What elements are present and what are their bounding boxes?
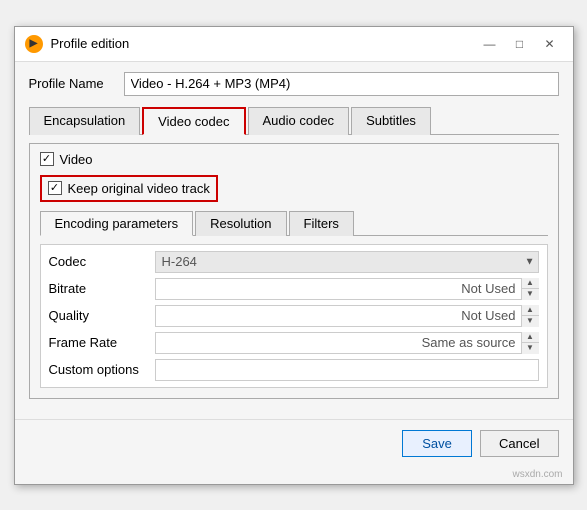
framerate-row: Frame Rate ▲ ▼ [49, 332, 539, 354]
video-section-title: Video [60, 152, 93, 167]
bitrate-arrows: ▲ ▼ [521, 278, 539, 300]
tab-subtitles[interactable]: Subtitles [351, 107, 431, 135]
tab-resolution[interactable]: Resolution [195, 211, 286, 236]
tab-audio-codec[interactable]: Audio codec [248, 107, 350, 135]
custom-control [155, 359, 539, 381]
maximize-button[interactable]: □ [507, 35, 533, 53]
profile-edition-window: ▶ Profile edition — □ ✕ Profile Name Enc… [14, 26, 574, 485]
keep-original-checkbox[interactable] [48, 181, 62, 195]
bitrate-label: Bitrate [49, 281, 149, 296]
footer: Save Cancel [15, 419, 573, 469]
title-bar: ▶ Profile edition — □ ✕ [15, 27, 573, 62]
custom-row: Custom options [49, 359, 539, 381]
framerate-label: Frame Rate [49, 335, 149, 350]
video-section-header: Video [40, 152, 548, 167]
save-button[interactable]: Save [402, 430, 472, 457]
framerate-arrows: ▲ ▼ [521, 332, 539, 354]
codec-select[interactable]: H-264 H-265 MPEG-4 [155, 251, 539, 273]
vlc-icon: ▶ [25, 35, 43, 53]
quality-input[interactable] [155, 305, 539, 327]
title-buttons: — □ ✕ [477, 35, 563, 53]
inner-tabs: Encoding parameters Resolution Filters [40, 210, 548, 236]
profile-name-input[interactable] [124, 72, 559, 96]
tab-filters[interactable]: Filters [289, 211, 354, 236]
title-bar-left: ▶ Profile edition [25, 35, 130, 53]
video-section: Video Keep original video track Encoding… [29, 143, 559, 399]
params-box: Codec H-264 H-265 MPEG-4 ▼ Bitrate [40, 244, 548, 388]
framerate-up-button[interactable]: ▲ [522, 332, 539, 344]
window-title: Profile edition [51, 36, 130, 51]
watermark: wsxdn.com [15, 469, 573, 484]
bitrate-up-button[interactable]: ▲ [522, 278, 539, 290]
quality-arrows: ▲ ▼ [521, 305, 539, 327]
tab-encapsulation[interactable]: Encapsulation [29, 107, 141, 135]
bitrate-down-button[interactable]: ▼ [522, 289, 539, 300]
custom-input[interactable] [155, 359, 539, 381]
outer-tabs: Encapsulation Video codec Audio codec Su… [29, 106, 559, 135]
bitrate-control: ▲ ▼ [155, 278, 539, 300]
profile-name-label: Profile Name [29, 76, 114, 91]
quality-label: Quality [49, 308, 149, 323]
keep-original-row: Keep original video track [40, 175, 218, 202]
codec-label: Codec [49, 254, 149, 269]
quality-up-button[interactable]: ▲ [522, 305, 539, 317]
framerate-input[interactable] [155, 332, 539, 354]
framerate-down-button[interactable]: ▼ [522, 343, 539, 354]
bitrate-input[interactable] [155, 278, 539, 300]
tab-video-codec[interactable]: Video codec [142, 107, 245, 135]
content-area: Profile Name Encapsulation Video codec A… [15, 62, 573, 419]
keep-original-label: Keep original video track [68, 181, 210, 196]
codec-row: Codec H-264 H-265 MPEG-4 ▼ [49, 251, 539, 273]
cancel-button[interactable]: Cancel [480, 430, 558, 457]
codec-control: H-264 H-265 MPEG-4 ▼ [155, 251, 539, 273]
framerate-control: ▲ ▼ [155, 332, 539, 354]
minimize-button[interactable]: — [477, 35, 503, 53]
close-button[interactable]: ✕ [537, 35, 563, 53]
quality-control: ▲ ▼ [155, 305, 539, 327]
profile-name-row: Profile Name [29, 72, 559, 96]
quality-down-button[interactable]: ▼ [522, 316, 539, 327]
bitrate-row: Bitrate ▲ ▼ [49, 278, 539, 300]
quality-row: Quality ▲ ▼ [49, 305, 539, 327]
video-checkbox[interactable] [40, 152, 54, 166]
tab-encoding-params[interactable]: Encoding parameters [40, 211, 194, 236]
custom-label: Custom options [49, 362, 149, 377]
